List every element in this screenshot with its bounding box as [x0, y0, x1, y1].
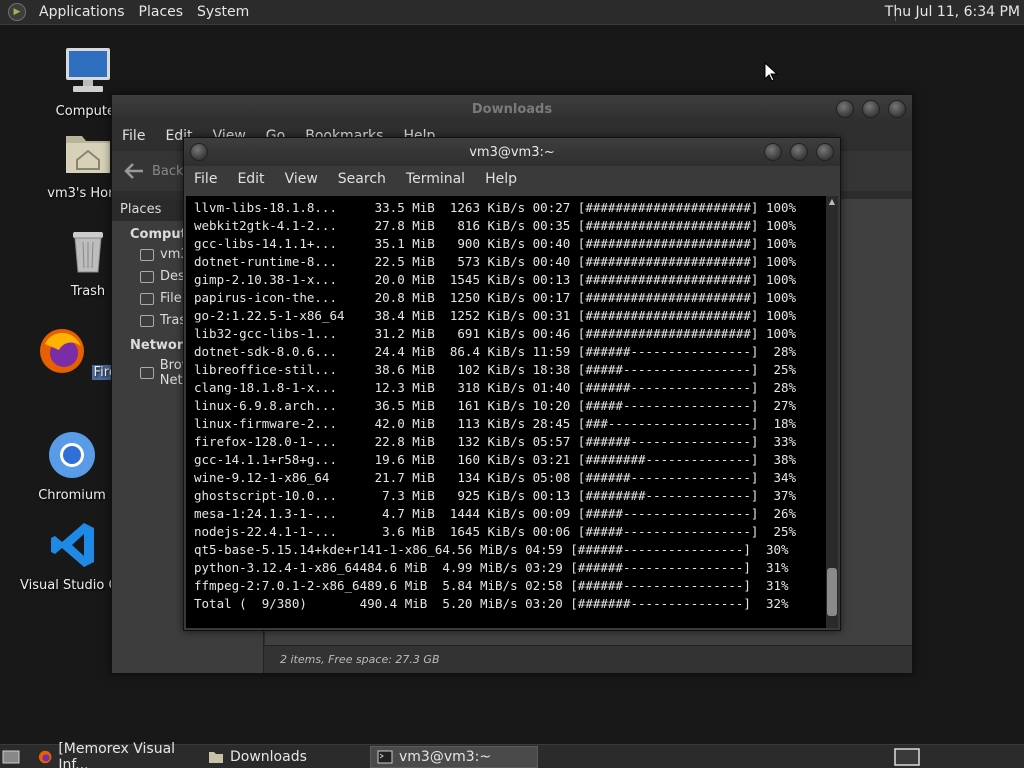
terminal-line: ffmpeg-2:7.0.1-2-x86_6489.6 MiB 5.84 MiB…	[194, 578, 789, 593]
terminal-line: mesa-1:24.1.3-1-... 4.7 MiB 1444 KiB/s 0…	[194, 506, 797, 521]
terminal-titlebar[interactable]: vm3@vm3:~	[184, 138, 840, 166]
menu-file[interactable]: File	[112, 128, 155, 144]
terminal-line: qt5-base-5.15.14+kde+r141-1-x86_64.56 Mi…	[194, 542, 789, 557]
menu-places[interactable]: Places	[132, 4, 191, 20]
task-label: Downloads	[230, 749, 307, 765]
task-label: vm3@vm3:~	[399, 749, 492, 765]
desktop-icon	[140, 270, 154, 283]
arrow-left-icon	[124, 163, 143, 179]
terminal-line: lib32-gcc-libs-1... 31.2 MiB 691 KiB/s 0…	[194, 326, 797, 341]
distro-logo-icon[interactable]: ▶	[8, 3, 26, 21]
terminal-line: nodejs-22.4.1-1-... 3.6 MiB 1645 KiB/s 0…	[194, 524, 797, 539]
menu-terminal[interactable]: Terminal	[396, 171, 475, 187]
home-icon	[140, 248, 154, 261]
scroll-up-icon[interactable]: ▲	[826, 197, 838, 206]
workspace-switcher[interactable]	[894, 746, 924, 768]
close-button[interactable]	[816, 143, 834, 161]
terminal-lines: llvm-libs-18.1.8... 33.5 MiB 1263 KiB/s …	[186, 196, 828, 613]
terminal-output[interactable]: llvm-libs-18.1.8... 33.5 MiB 1263 KiB/s …	[186, 196, 828, 628]
terminal-menubar: File Edit View Search Terminal Help	[184, 166, 840, 192]
drive-icon	[140, 292, 154, 305]
top-panel: ▶ Applications Places System Thu Jul 11,…	[0, 0, 1024, 25]
show-desktop-icon	[2, 750, 20, 764]
task-downloads[interactable]: Downloads	[202, 746, 368, 768]
window-title: Downloads	[471, 101, 553, 117]
terminal-line: linux-firmware-2... 42.0 MiB 113 KiB/s 2…	[194, 416, 797, 431]
terminal-line: gcc-libs-14.1.1+... 35.1 MiB 900 KiB/s 0…	[194, 236, 797, 251]
scrollbar-thumb[interactable]	[827, 568, 837, 616]
downloads-titlebar[interactable]: Downloads	[112, 95, 912, 123]
terminal-window[interactable]: vm3@vm3:~ File Edit View Search Terminal…	[183, 137, 841, 631]
terminal-line: webkit2gtk-4.1-2... 27.8 MiB 816 KiB/s 0…	[194, 218, 797, 233]
terminal-line: clang-18.1.8-1-x... 12.3 MiB 318 KiB/s 0…	[194, 380, 797, 395]
show-desktop-button[interactable]	[2, 746, 22, 768]
menu-search[interactable]: Search	[328, 171, 396, 187]
terminal-line: papirus-icon-the... 20.8 MiB 1250 KiB/s …	[194, 290, 797, 305]
menu-system[interactable]: System	[190, 4, 256, 20]
terminal-line: go-2:1.22.5-1-x86_64 38.4 MiB 1252 KiB/s…	[194, 308, 797, 323]
task-firefox[interactable]: [Memorex Visual Inf...	[32, 741, 200, 768]
terminal-line: libreoffice-stil... 38.6 MiB 102 KiB/s 1…	[194, 362, 797, 377]
chromium-icon	[49, 432, 95, 478]
back-button[interactable]: Back	[112, 163, 184, 179]
back-label: Back	[152, 163, 184, 179]
task-terminal[interactable]: vm3@vm3:~	[370, 746, 538, 768]
minimize-button[interactable]	[836, 100, 854, 118]
menu-view[interactable]: View	[275, 171, 328, 187]
taskbar: [Memorex Visual Inf... Downloads vm3@vm3…	[0, 741, 1024, 768]
terminal-line: gimp-2.10.38-1-x... 20.0 MiB 1545 KiB/s …	[194, 272, 797, 287]
task-label: [Memorex Visual Inf...	[58, 741, 176, 768]
minimize-button[interactable]	[764, 143, 782, 161]
terminal-line: dotnet-runtime-8... 22.5 MiB 573 KiB/s 0…	[194, 254, 797, 269]
terminal-icon	[377, 750, 393, 764]
network-icon	[140, 367, 154, 379]
terminal-line: Total ( 9/380) 490.4 MiB 5.20 MiB/s 03:2…	[194, 596, 789, 611]
firefox-icon	[40, 329, 85, 373]
workspace-icon	[894, 748, 920, 766]
menu-applications[interactable]: Applications	[32, 4, 132, 20]
terminal-line: llvm-libs-18.1.8... 33.5 MiB 1263 KiB/s …	[194, 200, 797, 215]
home-folder-icon	[66, 136, 110, 173]
terminal-scrollbar[interactable]: ▲	[826, 196, 838, 628]
maximize-button[interactable]	[790, 143, 808, 161]
maximize-button[interactable]	[862, 100, 880, 118]
trash-icon	[140, 314, 154, 327]
window-title: vm3@vm3:~	[469, 144, 555, 160]
menu-file[interactable]: File	[184, 171, 227, 187]
firefox-icon	[38, 750, 52, 764]
window-menu-button[interactable]	[190, 143, 208, 161]
terminal-line: firefox-128.0-1-... 22.8 MiB 132 KiB/s 0…	[194, 434, 797, 449]
computer-icon	[66, 48, 110, 92]
close-button[interactable]	[888, 100, 906, 118]
status-bar: 2 items, Free space: 27.3 GB	[264, 645, 912, 673]
terminal-line: wine-9.12-1-x86_64 21.7 MiB 134 KiB/s 05…	[194, 470, 797, 485]
vscode-icon	[51, 523, 94, 567]
menu-help[interactable]: Help	[475, 171, 527, 187]
terminal-line: python-3.12.4-1-x86_64484.6 MiB 4.99 MiB…	[194, 560, 789, 575]
terminal-line: ghostscript-10.0... 7.3 MiB 925 KiB/s 00…	[194, 488, 797, 503]
terminal-line: dotnet-sdk-8.0.6... 24.4 MiB 86.4 KiB/s …	[194, 344, 797, 359]
menu-edit[interactable]: Edit	[227, 171, 274, 187]
terminal-line: linux-6.9.8.arch... 36.5 MiB 161 KiB/s 1…	[194, 398, 797, 413]
mouse-cursor-icon	[764, 62, 778, 82]
clock[interactable]: Thu Jul 11, 6:34 PM	[885, 4, 1020, 20]
trash-icon	[73, 232, 103, 273]
folder-icon	[209, 752, 223, 763]
terminal-line: gcc-14.1.1+r58+g... 19.6 MiB 160 KiB/s 0…	[194, 452, 797, 467]
